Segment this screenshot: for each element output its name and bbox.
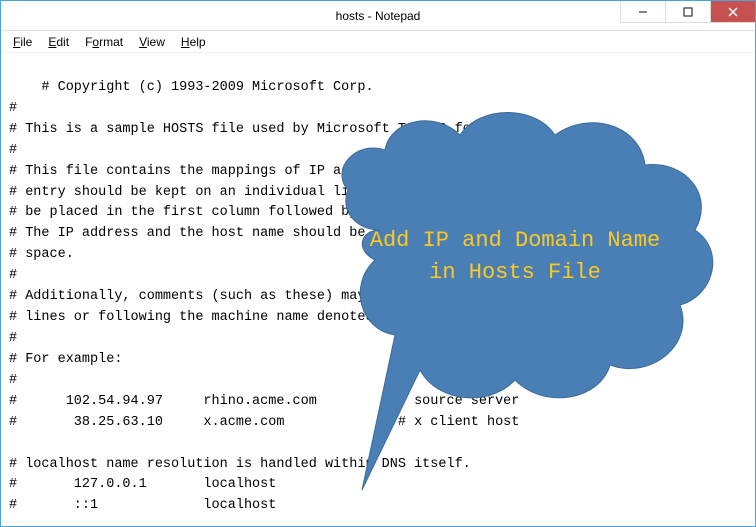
menu-view[interactable]: View [131, 33, 173, 51]
menu-help[interactable]: Help [173, 33, 214, 51]
menu-edit[interactable]: Edit [40, 33, 77, 51]
text-area[interactable]: # Copyright (c) 1993-2009 Microsoft Corp… [1, 53, 755, 526]
window-controls [620, 1, 755, 30]
menu-format-rest: rmat [99, 35, 123, 49]
minimize-button[interactable] [620, 1, 665, 23]
menu-help-rest: elp [190, 35, 206, 49]
close-icon [728, 7, 738, 17]
menu-file-rest: ile [20, 35, 32, 49]
menubar: File Edit Format View Help [1, 31, 755, 53]
close-button[interactable] [710, 1, 755, 23]
menu-edit-rest: dit [56, 35, 69, 49]
minimize-icon [638, 7, 648, 17]
maximize-icon [683, 7, 693, 17]
menu-file[interactable]: File [5, 33, 40, 51]
menu-view-rest: iew [147, 35, 165, 49]
menu-format[interactable]: Format [77, 33, 131, 51]
notepad-window: hosts - Notepad File Edit Format View He… [0, 0, 756, 527]
titlebar: hosts - Notepad [1, 1, 755, 31]
maximize-button[interactable] [665, 1, 710, 23]
file-lines: # Copyright (c) 1993-2009 Microsoft Corp… [9, 80, 592, 526]
